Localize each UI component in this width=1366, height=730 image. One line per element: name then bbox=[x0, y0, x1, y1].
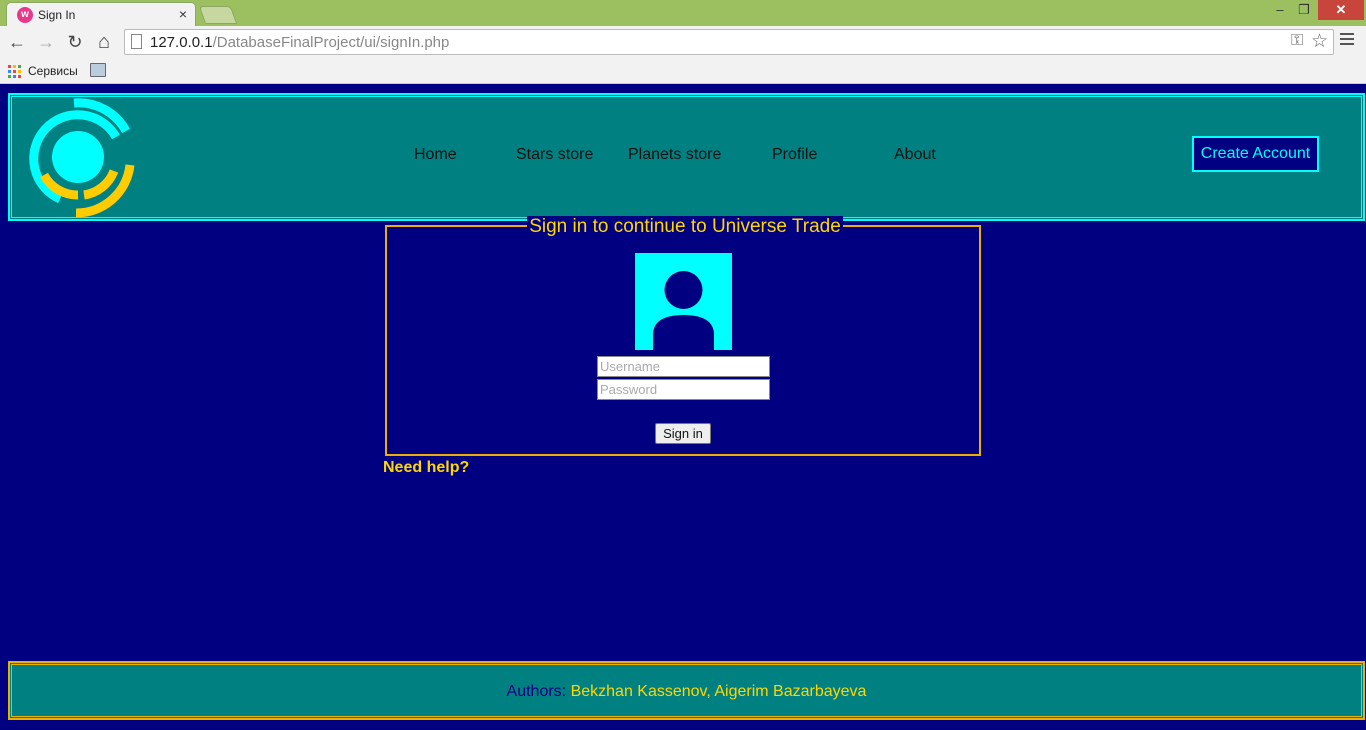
tab-close-icon[interactable]: × bbox=[179, 6, 187, 22]
nav-planets-store[interactable]: Planets store bbox=[628, 146, 721, 164]
star-bookmark-icon[interactable]: ☆ bbox=[1311, 30, 1328, 53]
site-logo-icon[interactable] bbox=[18, 97, 138, 219]
url-text: 127.0.0.1/DatabaseFinalProject/ui/signIn… bbox=[150, 34, 449, 51]
back-icon[interactable]: ← bbox=[6, 31, 28, 53]
menu-icon[interactable] bbox=[1340, 33, 1354, 48]
username-input[interactable] bbox=[597, 356, 770, 377]
computer-bookmark-icon[interactable] bbox=[90, 63, 106, 77]
signin-fieldset: Sign in to continue to Universe Trade Si… bbox=[385, 216, 981, 456]
need-help-link[interactable]: Need help? bbox=[383, 459, 469, 477]
site-favicon-icon: w bbox=[17, 7, 33, 23]
page-icon bbox=[131, 34, 142, 49]
footer-authors-label: Authors: bbox=[506, 683, 567, 700]
nav-profile[interactable]: Profile bbox=[772, 146, 817, 164]
signin-legend: Sign in to continue to Universe Trade bbox=[387, 216, 983, 238]
reload-icon[interactable]: ↻ bbox=[64, 31, 86, 53]
maximize-button[interactable]: ❐ bbox=[1292, 0, 1316, 20]
user-avatar-icon bbox=[635, 253, 732, 350]
site-header: Home Stars store Planets store Profile A… bbox=[8, 93, 1365, 221]
minimize-button[interactable]: – bbox=[1268, 0, 1292, 20]
nav-stars-store[interactable]: Stars store bbox=[516, 146, 593, 164]
nav-about[interactable]: About bbox=[894, 146, 936, 164]
forward-icon[interactable]: → bbox=[35, 31, 57, 53]
close-window-button[interactable]: ✕ bbox=[1318, 0, 1364, 20]
url-path: /DatabaseFinalProject/ui/signIn.php bbox=[212, 34, 450, 51]
address-bar[interactable]: 127.0.0.1/DatabaseFinalProject/ui/signIn… bbox=[124, 29, 1334, 55]
footer-authors-names: Bekzhan Kassenov, Aigerim Bazarbayeva bbox=[570, 683, 867, 700]
bookmarks-bar: Сервисы bbox=[0, 58, 1366, 84]
tab-title: Sign In bbox=[38, 8, 76, 22]
password-input[interactable] bbox=[597, 379, 770, 400]
browser-toolbar: ← → ↻ ⌂ 127.0.0.1/DatabaseFinalProject/u… bbox=[0, 26, 1366, 58]
browser-titlebar: w Sign In × – ❐ ✕ bbox=[0, 0, 1366, 26]
home-icon[interactable]: ⌂ bbox=[93, 31, 115, 53]
apps-grid-icon[interactable] bbox=[8, 65, 21, 78]
bookmark-services[interactable]: Сервисы bbox=[28, 64, 78, 78]
header-inner-border: Home Stars store Planets store Profile A… bbox=[11, 96, 1362, 218]
browser-tab[interactable]: w Sign In × bbox=[6, 2, 196, 26]
new-tab-button[interactable] bbox=[198, 6, 238, 24]
create-account-button[interactable]: Create Account bbox=[1192, 136, 1319, 172]
footer-inner-border: Authors: Bekzhan Kassenov, Aigerim Bazar… bbox=[11, 664, 1362, 717]
site-footer: Authors: Bekzhan Kassenov, Aigerim Bazar… bbox=[8, 661, 1365, 720]
nav-home[interactable]: Home bbox=[414, 146, 457, 164]
key-icon[interactable]: ⚿ bbox=[1291, 32, 1303, 50]
signin-legend-text: Sign in to continue to Universe Trade bbox=[527, 216, 843, 237]
signin-button[interactable]: Sign in bbox=[655, 423, 711, 444]
url-host: 127.0.0.1 bbox=[150, 34, 213, 51]
